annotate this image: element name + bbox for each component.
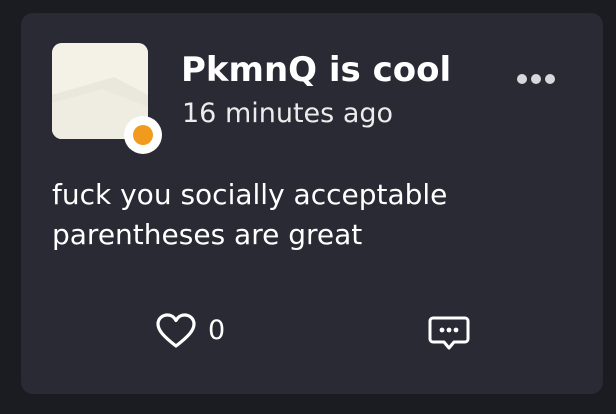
avatar-container[interactable]	[52, 43, 162, 154]
post-text: fuck you socially acceptable parentheses…	[52, 178, 448, 251]
like-button[interactable]: 0	[154, 311, 225, 351]
comment-icon	[428, 316, 470, 350]
post-timestamp: 16 minutes ago	[182, 98, 394, 129]
username[interactable]: PkmnQ is cool	[181, 48, 451, 92]
comment-button[interactable]	[427, 313, 471, 353]
more-horizontal-icon	[517, 74, 555, 84]
like-count: 0	[208, 315, 226, 346]
heart-icon	[156, 313, 196, 348]
more-options-button[interactable]	[511, 65, 561, 91]
status-indicator	[124, 116, 162, 154]
post-card: PkmnQ is cool 16 minutes ago fuck you so…	[21, 13, 603, 394]
